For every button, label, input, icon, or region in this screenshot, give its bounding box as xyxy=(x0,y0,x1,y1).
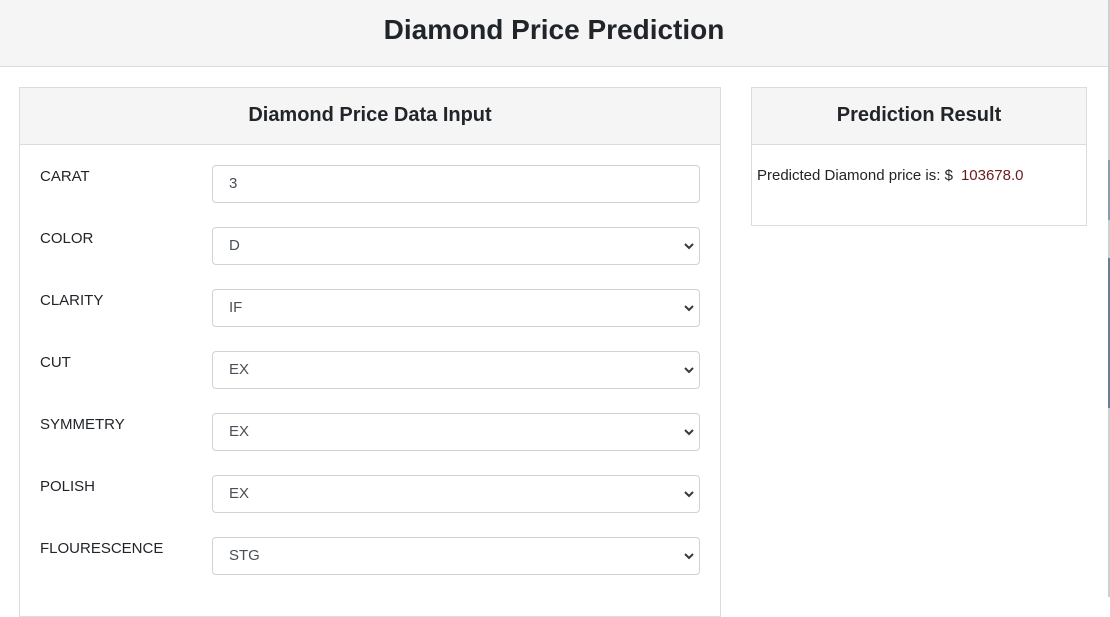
clarity-label: CLARITY xyxy=(40,292,104,309)
cut-select-value: EX xyxy=(229,361,250,378)
input-card: Diamond Price Data Input CARAT 3 COLOR D… xyxy=(19,87,721,617)
cut-label: CUT xyxy=(40,354,71,371)
chevron-down-icon xyxy=(684,305,694,312)
form-row-polish: POLISH EX xyxy=(20,475,720,515)
chevron-down-icon xyxy=(684,491,694,498)
flourescence-select-value: STG xyxy=(229,547,260,564)
result-label: Predicted Diamond price is: $ xyxy=(757,167,953,184)
input-card-title: Diamond Price Data Input xyxy=(20,88,720,145)
chevron-down-icon xyxy=(684,429,694,436)
symmetry-select[interactable]: EX xyxy=(212,413,700,451)
color-label: COLOR xyxy=(40,230,94,247)
chevron-down-icon xyxy=(684,367,694,374)
polish-select-value: EX xyxy=(229,485,250,502)
clarity-select[interactable]: IF xyxy=(212,289,700,327)
predicted-price: 103678.0 xyxy=(960,167,1024,184)
form-row-clarity: CLARITY IF xyxy=(20,289,720,329)
carat-input[interactable]: 3 xyxy=(212,165,700,203)
polish-label: POLISH xyxy=(40,478,96,495)
chevron-down-icon xyxy=(684,243,694,250)
result-body: Predicted Diamond price is: $ 103678.0 xyxy=(752,145,1086,184)
form-row-symmetry: SYMMETRY EX xyxy=(20,413,720,453)
carat-label: CARAT xyxy=(40,168,90,185)
form-row-carat: CARAT 3 xyxy=(20,165,720,205)
result-card-title: Prediction Result xyxy=(752,88,1086,145)
chevron-down-icon xyxy=(684,553,694,560)
polish-select[interactable]: EX xyxy=(212,475,700,513)
form-row-cut: CUT EX xyxy=(20,351,720,391)
page-title: Diamond Price Prediction xyxy=(383,14,725,45)
page-header: Diamond Price Prediction xyxy=(0,0,1108,67)
form-row-flourescence: FLOURESCENCE STG xyxy=(20,537,720,577)
color-select[interactable]: D xyxy=(212,227,700,265)
form-row-color: COLOR D xyxy=(20,227,720,267)
clarity-select-value: IF xyxy=(229,299,243,316)
flourescence-select[interactable]: STG xyxy=(212,537,700,575)
color-select-value: D xyxy=(229,237,240,254)
cut-select[interactable]: EX xyxy=(212,351,700,389)
flourescence-label: FLOURESCENCE xyxy=(40,540,164,557)
symmetry-label: SYMMETRY xyxy=(40,416,125,433)
symmetry-select-value: EX xyxy=(229,423,250,440)
result-card: Prediction Result Predicted Diamond pric… xyxy=(751,87,1087,226)
